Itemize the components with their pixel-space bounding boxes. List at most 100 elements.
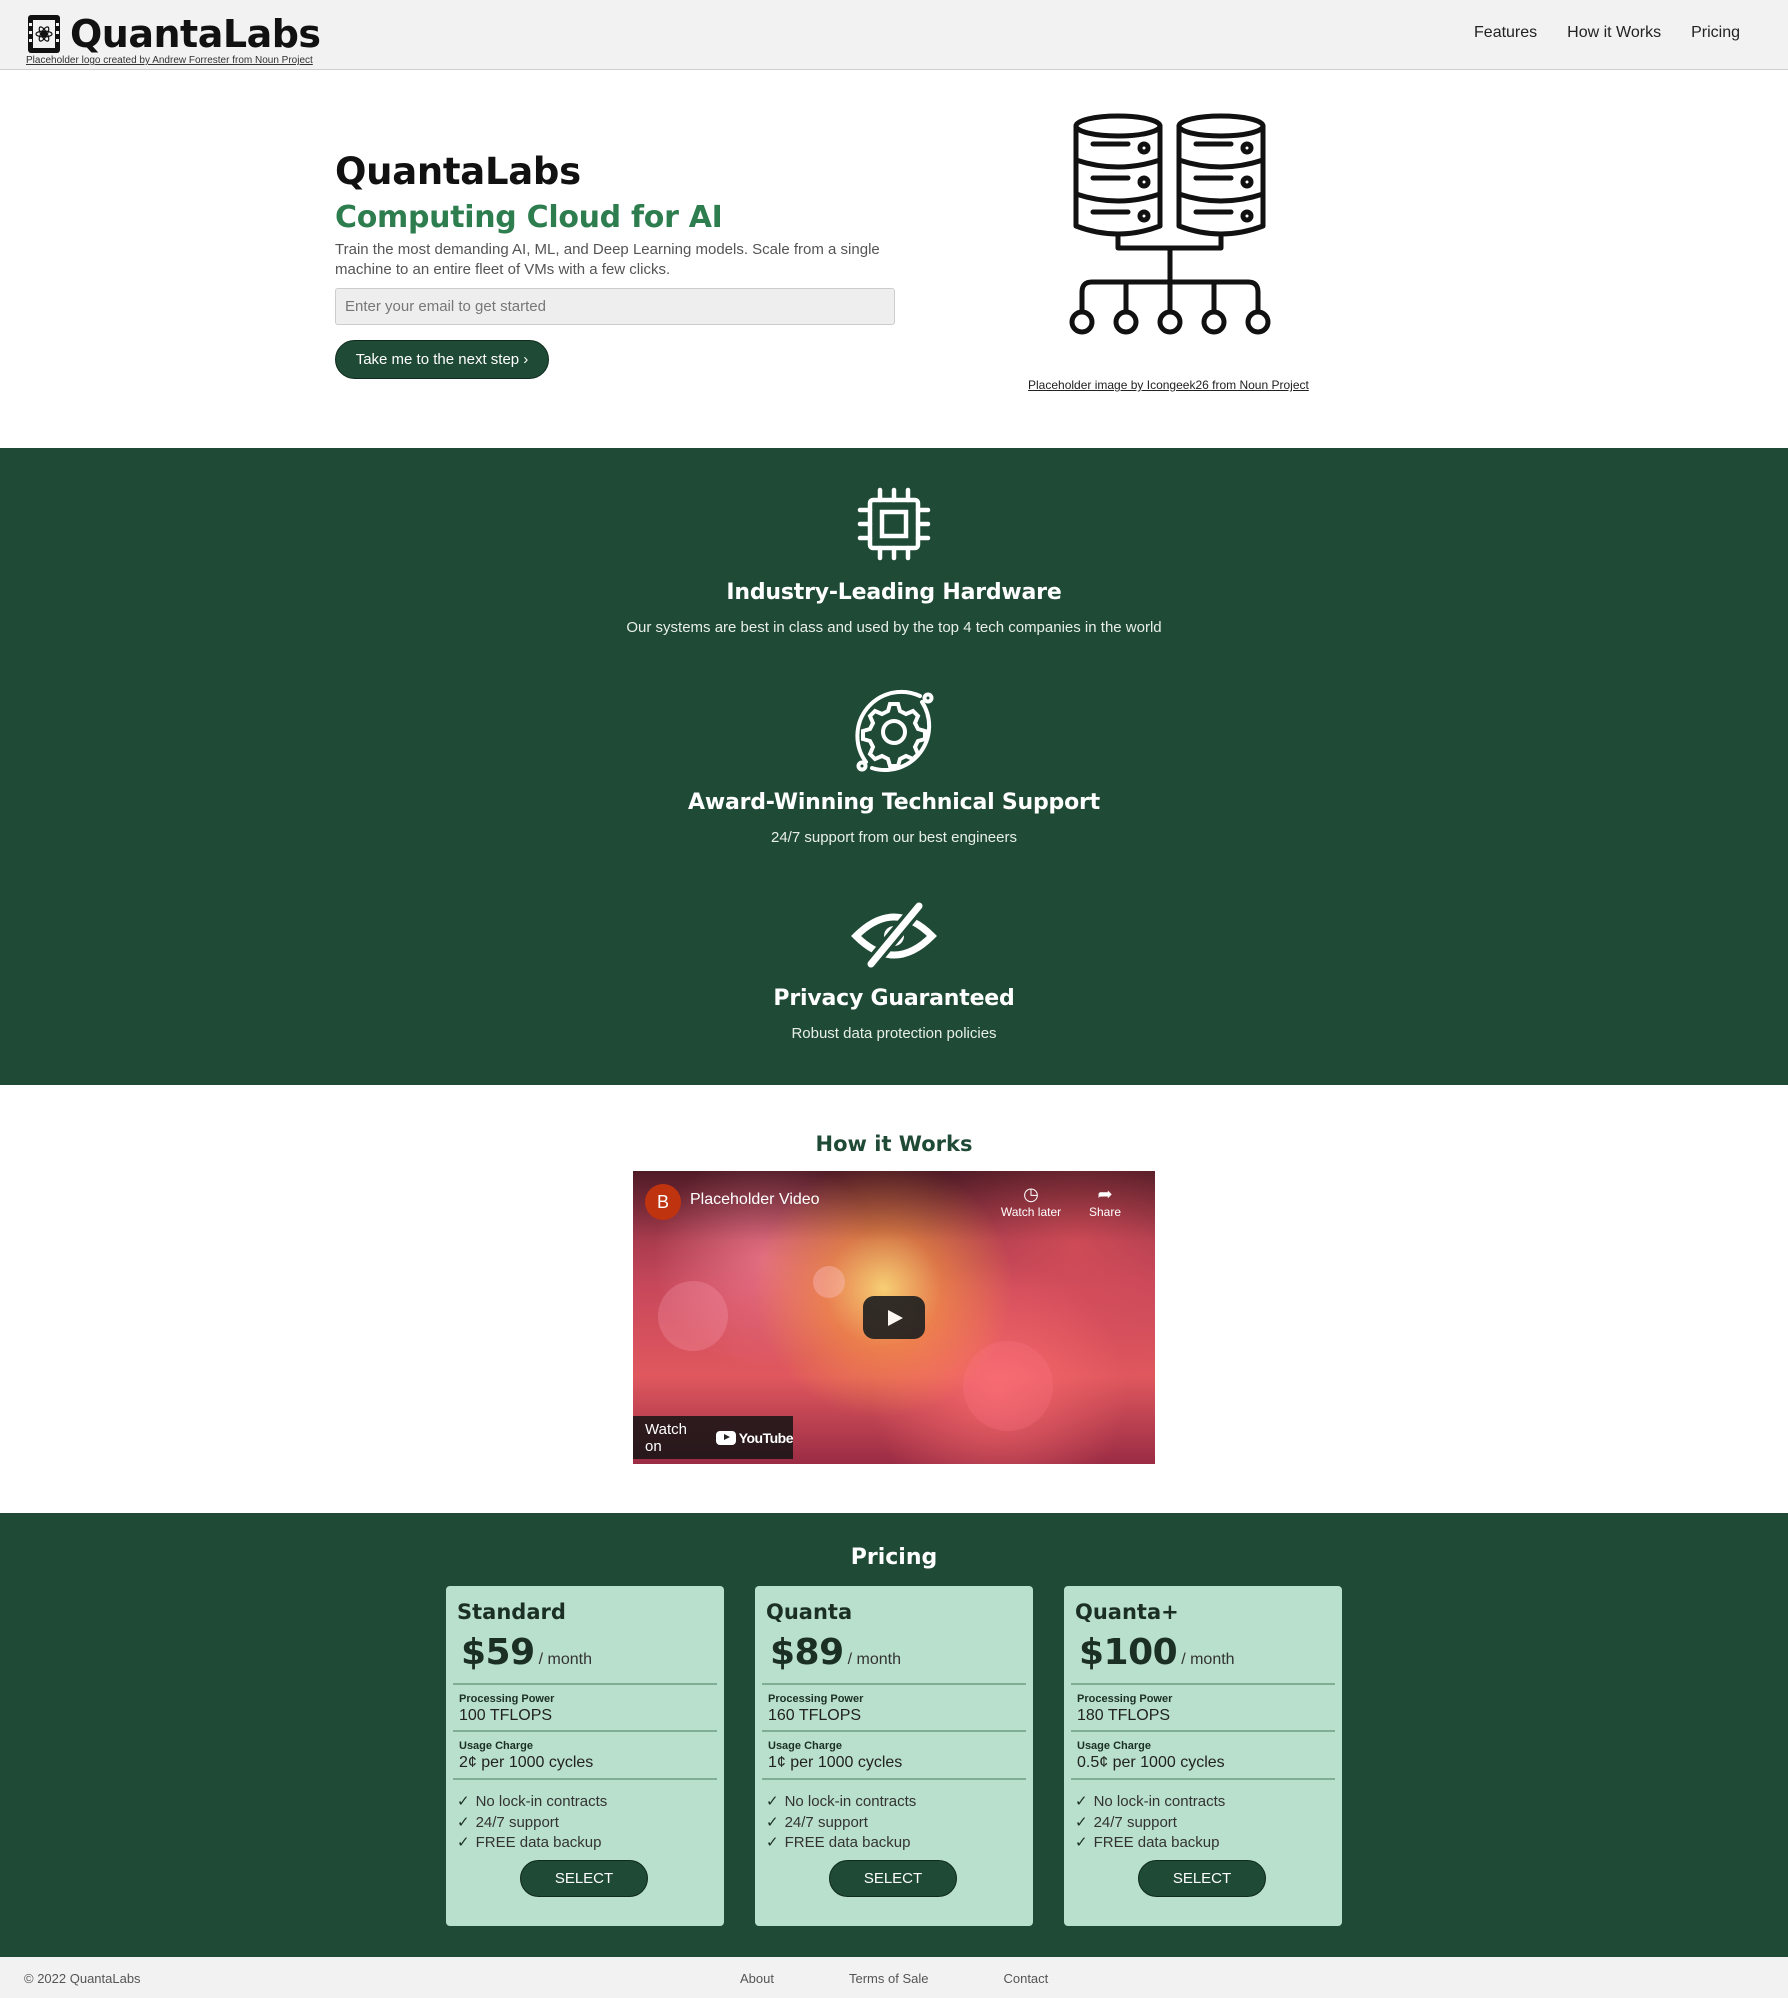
charge-label: Usage Charge bbox=[768, 1740, 842, 1752]
check-icon: ✓ bbox=[457, 1793, 470, 1810]
channel-avatar[interactable]: B bbox=[645, 1184, 681, 1220]
section-title: How it Works bbox=[815, 1132, 973, 1156]
divider bbox=[762, 1778, 1026, 1780]
logo-credit-link[interactable]: Placeholder logo created by Andrew Forre… bbox=[26, 55, 313, 66]
features-section: Industry-Leading Hardware Our systems ar… bbox=[0, 448, 1788, 1085]
feature-label: 24/7 support bbox=[1093, 1813, 1177, 1831]
video-title[interactable]: Placeholder Video bbox=[690, 1191, 820, 1209]
youtube-wordmark: YouTube bbox=[738, 1429, 794, 1446]
footer-link-about[interactable]: About bbox=[740, 1971, 774, 1986]
power-value: 160 TFLOPS bbox=[768, 1707, 862, 1724]
hero-description: Train the most demanding AI, ML, and Dee… bbox=[335, 241, 880, 278]
footer-links: About Terms of Sale Contact bbox=[740, 1971, 1048, 1986]
clock-icon: ◷ bbox=[1023, 1184, 1039, 1204]
plan-features: ✓ No lock-in contracts ✓ 24/7 support ✓ FRE… bbox=[457, 1792, 607, 1854]
cpu-chip-icon bbox=[857, 487, 931, 561]
feature-privacy: Privacy Guaranteed Robust data protectio… bbox=[0, 902, 1788, 1042]
video-bokeh bbox=[963, 1341, 1053, 1431]
check-icon: ✓ bbox=[766, 1793, 779, 1810]
video-bokeh bbox=[813, 1266, 845, 1298]
main-nav: Features How it Works Pricing bbox=[1474, 24, 1740, 42]
feature-label: 24/7 support bbox=[475, 1813, 559, 1831]
youtube-logo: YouTube bbox=[715, 1429, 794, 1446]
price-amount: $59 bbox=[461, 1632, 535, 1673]
section-title: Pricing bbox=[850, 1545, 938, 1570]
plan-name: Quanta+ bbox=[1075, 1600, 1179, 1624]
price-period: / month bbox=[538, 1651, 593, 1668]
power-value: 100 TFLOPS bbox=[459, 1707, 553, 1724]
select-standard-button[interactable]: SELECT bbox=[520, 1860, 648, 1897]
price-amount: $100 bbox=[1079, 1632, 1178, 1673]
logo[interactable]: QuantaLabs bbox=[26, 12, 321, 56]
charge-value: 2¢ per 1000 cycles bbox=[459, 1754, 594, 1771]
feature-label: No lock-in contracts bbox=[1093, 1793, 1226, 1810]
divider bbox=[453, 1778, 717, 1780]
select-quanta-plus-button[interactable]: SELECT bbox=[1138, 1860, 1266, 1897]
charge-value: 0.5¢ per 1000 cycles bbox=[1077, 1754, 1225, 1771]
site-header: QuantaLabs Placeholder logo created by A… bbox=[0, 0, 1788, 70]
check-icon: ✓ bbox=[766, 1834, 779, 1851]
list-item: ✓ FREE data backup bbox=[1075, 1833, 1225, 1854]
check-icon: ✓ bbox=[766, 1813, 779, 1831]
feature-label: FREE data backup bbox=[1093, 1834, 1220, 1851]
share-arrow-icon: ➦ bbox=[1097, 1184, 1113, 1204]
watch-later-label: Watch later bbox=[1000, 1205, 1062, 1219]
share-button[interactable]: ➦ Share bbox=[1065, 1183, 1145, 1219]
page: QuantaLabs Placeholder logo created by A… bbox=[0, 0, 1788, 1998]
logo-icon bbox=[28, 15, 60, 53]
video-bokeh bbox=[658, 1281, 728, 1351]
feature-label: No lock-in contracts bbox=[784, 1793, 917, 1810]
server-network-icon bbox=[1069, 113, 1271, 335]
check-icon: ✓ bbox=[1075, 1813, 1088, 1831]
check-icon: ✓ bbox=[1075, 1834, 1088, 1851]
divider bbox=[1071, 1683, 1335, 1685]
select-quanta-button[interactable]: SELECT bbox=[829, 1860, 957, 1897]
plan-price: $59/ month bbox=[461, 1632, 592, 1673]
feature-support: Award-Winning Technical Support 24/7 sup… bbox=[0, 684, 1788, 846]
list-item: ✓ 24/7 support bbox=[457, 1813, 607, 1834]
feature-label: FREE data backup bbox=[784, 1834, 911, 1851]
feature-title: Industry-Leading Hardware bbox=[726, 580, 1062, 605]
plan-name: Standard bbox=[457, 1600, 566, 1624]
feature-text: Our systems are best in class and used b… bbox=[626, 619, 1162, 636]
nav-link-how-it-works[interactable]: How it Works bbox=[1567, 24, 1661, 42]
power-label: Processing Power bbox=[459, 1693, 555, 1705]
list-item: ✓ No lock-in contracts bbox=[457, 1792, 607, 1813]
feature-text: Robust data protection policies bbox=[791, 1025, 997, 1042]
youtube-play-icon bbox=[715, 1430, 736, 1445]
list-item: ✓ 24/7 support bbox=[766, 1813, 916, 1834]
nav-link-features[interactable]: Features bbox=[1474, 24, 1537, 42]
plan-name: Quanta bbox=[766, 1600, 853, 1624]
charge-label: Usage Charge bbox=[1077, 1740, 1151, 1752]
feature-text: 24/7 support from our best engineers bbox=[771, 829, 1017, 846]
check-icon: ✓ bbox=[1075, 1793, 1088, 1810]
nav-link-pricing[interactable]: Pricing bbox=[1691, 24, 1740, 42]
watch-on-youtube-button[interactable]: Watch on YouTube bbox=[633, 1416, 794, 1459]
video-player[interactable]: B Placeholder Video ◷ Watch later ➦ Shar… bbox=[633, 1171, 1155, 1464]
divider bbox=[1071, 1730, 1335, 1732]
next-step-button[interactable]: Take me to the next step › bbox=[335, 340, 549, 379]
list-item: ✓ No lock-in contracts bbox=[766, 1792, 916, 1813]
plan-price: $89/ month bbox=[770, 1632, 901, 1673]
price-period: / month bbox=[847, 1651, 902, 1668]
footer-link-terms-of-sale[interactable]: Terms of Sale bbox=[849, 1971, 928, 1986]
watch-later-button[interactable]: ◷ Watch later bbox=[991, 1183, 1071, 1219]
gear-support-icon bbox=[855, 689, 934, 772]
feature-label: FREE data backup bbox=[475, 1834, 602, 1851]
feature-label: No lock-in contracts bbox=[475, 1793, 608, 1810]
site-footer: © 2022 QuantaLabs About Terms of Sale Co… bbox=[0, 1957, 1788, 1998]
pricing-card-quanta-plus: Quanta+ $100/ month Processing Power 180… bbox=[1064, 1586, 1342, 1926]
footer-link-contact[interactable]: Contact bbox=[1003, 1971, 1048, 1986]
price-amount: $89 bbox=[770, 1632, 844, 1673]
image-credit-link[interactable]: Placeholder image by Icongeek26 from Nou… bbox=[1028, 378, 1309, 392]
list-item: ✓ 24/7 support bbox=[1075, 1813, 1225, 1834]
pricing-section: Pricing Standard $59/ month Processing P… bbox=[0, 1513, 1788, 1957]
divider bbox=[453, 1730, 717, 1732]
list-item: ✓ FREE data backup bbox=[457, 1833, 607, 1854]
email-input[interactable] bbox=[335, 288, 895, 325]
power-label: Processing Power bbox=[1077, 1693, 1173, 1705]
hero-subtitle: Computing Cloud for AI bbox=[335, 200, 723, 235]
watch-on-label: Watch on bbox=[645, 1420, 687, 1455]
hero-title: QuantaLabs bbox=[335, 150, 581, 193]
play-button[interactable] bbox=[863, 1296, 925, 1339]
